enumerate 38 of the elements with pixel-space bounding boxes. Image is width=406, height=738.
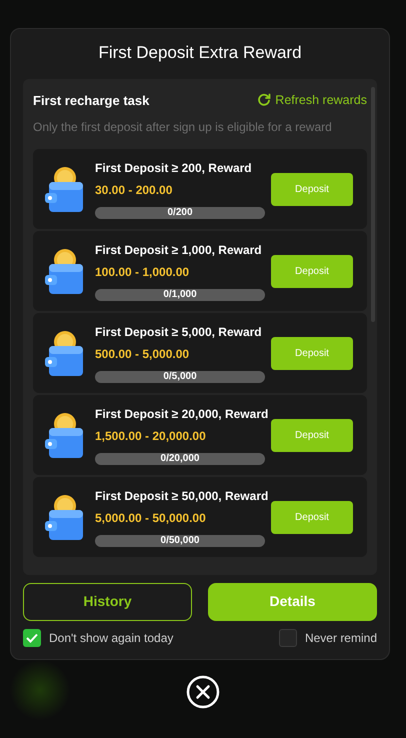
- checkbox-label[interactable]: Never remind: [304, 628, 377, 646]
- progress-text: 0/5,000: [162, 371, 198, 383]
- details-button[interactable]: Details: [208, 582, 377, 620]
- wallet-coin-icon: [43, 493, 85, 541]
- dialog-title: First Deposit Extra Reward: [97, 42, 303, 64]
- history-button[interactable]: History: [23, 582, 192, 620]
- deposit-button[interactable]: Deposit: [271, 418, 353, 452]
- eligibility-note: Only the first deposit after sign up is eligible for a reward: [33, 119, 333, 136]
- reward-condition: First Deposit ≥ 20,000, Reward: [95, 406, 270, 423]
- reward-range: 30.00 - 200.00: [95, 182, 174, 199]
- deposit-button[interactable]: Deposit: [271, 336, 353, 370]
- reward-condition: First Deposit ≥ 5,000, Reward: [95, 324, 263, 341]
- reward-condition: First Deposit ≥ 1,000, Reward: [95, 242, 263, 259]
- close-icon[interactable]: [186, 675, 220, 709]
- progress-text: 0/50,000: [160, 535, 200, 547]
- wallet-coin-icon: [43, 247, 85, 295]
- refresh-link[interactable]: Refresh rewards: [257, 90, 367, 110]
- wallet-coin-icon: [43, 165, 85, 213]
- checkbox[interactable]: [278, 628, 297, 646]
- wallet-coin-icon: [43, 411, 85, 459]
- checkmark-icon: [26, 632, 38, 642]
- reward-range: 100.00 - 1,000.00: [95, 264, 190, 281]
- reward-range: 5,000.00 - 50,000.00: [95, 510, 207, 527]
- checkbox[interactable]: [23, 628, 41, 646]
- deposit-button[interactable]: Deposit: [271, 254, 353, 288]
- wallet-coin-icon: [43, 329, 85, 377]
- reward-condition: First Deposit ≥ 50,000, Reward: [95, 488, 270, 505]
- task-heading: First recharge task: [33, 92, 150, 110]
- refresh-icon: [257, 93, 272, 108]
- checkbox-label[interactable]: Don't show again today: [49, 628, 174, 646]
- reward-condition: First Deposit ≥ 200, Reward: [95, 160, 253, 177]
- deposit-button[interactable]: Deposit: [271, 172, 353, 206]
- progress-text: 0/20,000: [160, 453, 200, 465]
- progress-text: 0/1,000: [162, 289, 198, 301]
- deposit-button[interactable]: Deposit: [271, 500, 353, 534]
- reward-range: 1,500.00 - 20,000.00: [95, 428, 207, 445]
- reward-range: 500.00 - 5,000.00: [95, 346, 190, 363]
- progress-text: 0/200: [166, 207, 194, 219]
